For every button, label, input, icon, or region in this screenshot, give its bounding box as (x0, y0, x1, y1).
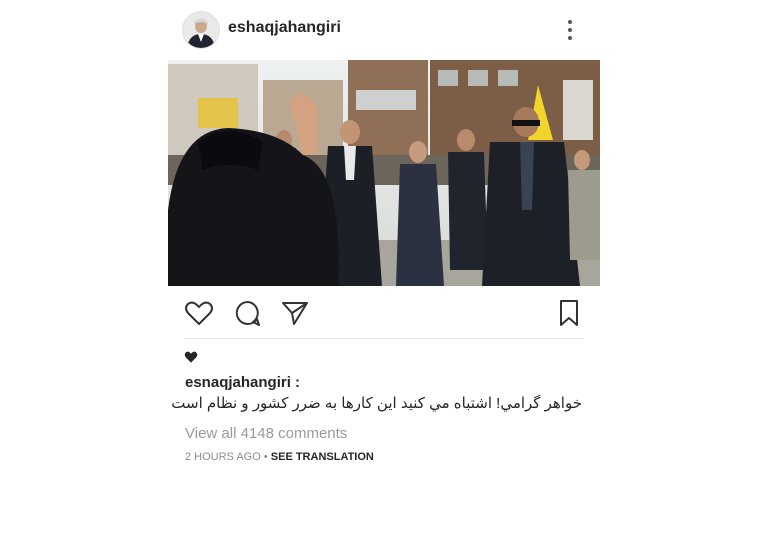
paper-plane-icon[interactable] (280, 298, 310, 328)
post-header: eshaqjahangiri (168, 0, 600, 60)
heart-filled-icon (184, 350, 198, 364)
post-username[interactable]: eshaqjahangiri (228, 19, 341, 37)
view-comments-link[interactable]: View all 4148 comments (185, 425, 347, 442)
bookmark-icon[interactable] (554, 298, 584, 328)
post-timestamp: 2 HOURS AGO (185, 451, 261, 463)
user-avatar[interactable] (182, 11, 220, 49)
comment-bubble-icon[interactable] (233, 298, 263, 328)
see-translation-link[interactable]: SEE TRANSLATION (271, 451, 374, 463)
instagram-post: eshaqjahangiri esnaqjahangiri: خواهر گر… (168, 0, 600, 551)
post-meta: 2 HOURS AGO • SEE TRANSLATION (185, 451, 374, 463)
caption-username[interactable]: esnaqjahangiri : (185, 374, 300, 391)
post-actions (168, 286, 600, 338)
more-vertical-icon[interactable] (560, 16, 580, 44)
caption-text: خواهر گرامي! اشتباه مي کنيد اين کارها به… (171, 395, 582, 412)
post-photo[interactable] (168, 60, 600, 286)
meta-separator: • (260, 451, 271, 463)
heart-outline-icon[interactable] (184, 298, 214, 328)
actions-divider (184, 338, 584, 339)
